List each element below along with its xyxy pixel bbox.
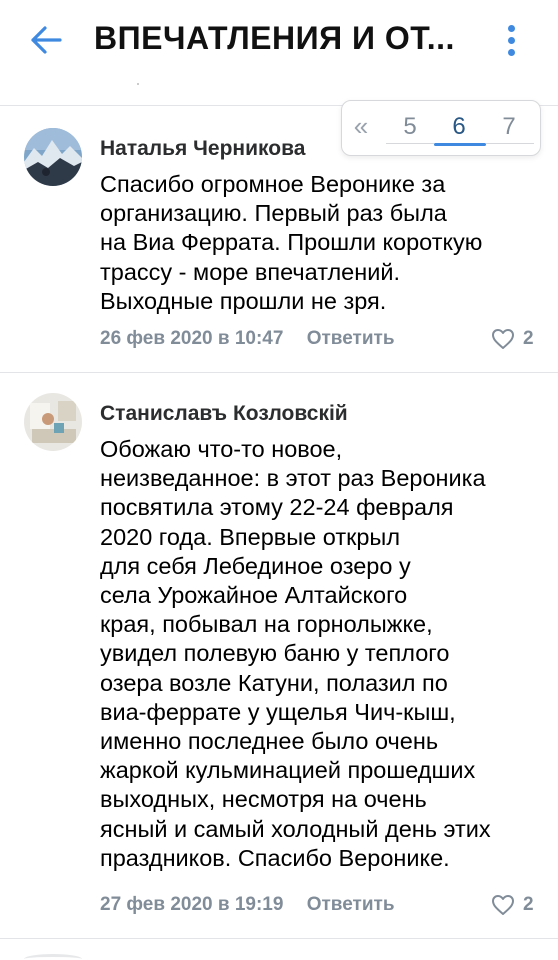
comment-divider: [0, 938, 558, 939]
arrow-left-icon: [31, 26, 62, 54]
pagination-prev-button[interactable]: «: [346, 111, 376, 142]
comment-date: 27 фев 2020 в 19:19: [100, 894, 284, 915]
next-comment-avatar: [24, 954, 82, 960]
comment-meta: 26 фев 2020 в 10:47 Ответить: [100, 328, 395, 350]
comment-line: увидел полевую баню у теплого: [100, 640, 450, 667]
reply-button[interactable]: Ответить: [307, 894, 395, 915]
comment-line: праздников. Спасибо Веронике.: [100, 844, 450, 871]
more-vertical-icon-dot: [507, 36, 515, 44]
like-button[interactable]: 2: [491, 328, 534, 350]
heart-icon: [492, 329, 514, 349]
comment-line: выходных, несмотря на очень: [100, 786, 427, 813]
comment-text: Обожаю что-то новое, неизведанное: в это…: [100, 435, 540, 873]
comment-line: Выходные прошли не зря.: [100, 287, 387, 314]
comment-line: Спасибо огромное Веронике за: [100, 171, 446, 197]
comment-author[interactable]: Наталья Черникова: [100, 137, 305, 161]
pagination-rule: [486, 143, 534, 144]
pagination-page[interactable]: 5: [395, 113, 425, 141]
decor-dot: [137, 83, 139, 85]
pagination-rule: [386, 143, 434, 144]
comment-line: жаркой кульминацией прошедших: [100, 757, 476, 784]
page-title: ВПЕЧАТЛЕНИЯ И ОТ...: [94, 20, 455, 56]
comment-line: села Урожайное Алтайского: [100, 582, 408, 609]
comment-line: неизведанное: в этот раз Вероника: [100, 465, 486, 492]
like-count: 2: [523, 328, 534, 349]
pagination-page-current[interactable]: 6: [444, 113, 474, 141]
comment-line: виа-феррате у ущелья Чич-кыш,: [100, 698, 456, 725]
comment-line: озера возле Катуни, полазил по: [100, 669, 448, 696]
comment-line: края, побывал на горнолыжке,: [100, 611, 433, 638]
comment-divider: [0, 372, 558, 373]
top-app-bar: ВПЕЧАТЛЕНИЯ И ОТ...: [0, 0, 558, 84]
comment-line: посвятила этому 22-24 февраля: [100, 494, 454, 521]
comment-author[interactable]: Станиславъ Козловскiй: [100, 402, 348, 426]
pagination-current-indicator: [434, 143, 486, 146]
avatar-image: [24, 128, 82, 186]
comment-line: организацию. Первый раз была: [100, 200, 447, 227]
reply-button[interactable]: Ответить: [307, 328, 395, 349]
comment-line: для себя Лебединое озеро у: [100, 552, 411, 579]
more-vertical-icon-dot: [507, 48, 515, 56]
avatar[interactable]: [24, 393, 82, 451]
comment-meta: 27 фев 2020 в 19:19 Ответить: [100, 894, 395, 916]
comment-line: 2020 года. Впервые открыл: [100, 523, 401, 550]
avatar-image: [24, 393, 82, 451]
comment-line: ясный и самый холодный день этих: [100, 815, 491, 842]
pagination: « 5 6 7: [341, 100, 541, 156]
like-button[interactable]: 2: [491, 894, 534, 916]
more-menu-button[interactable]: [496, 20, 526, 60]
comment-line: трассу - море впечатлений.: [100, 258, 401, 285]
comment-line: на Виа Феррата. Прошли короткую: [100, 229, 483, 256]
heart-icon: [492, 895, 514, 915]
pagination-page[interactable]: 7: [494, 113, 524, 141]
comment-line: именно последнее было очень: [100, 728, 439, 755]
more-vertical-icon: [507, 24, 515, 32]
comment-text: Спасибо огромное Веронике за организацию…: [100, 170, 540, 316]
comment-line: Обожаю что-то новое,: [100, 436, 343, 462]
avatar[interactable]: [24, 128, 82, 186]
back-button[interactable]: [26, 22, 66, 58]
comment-date: 26 фев 2020 в 10:47: [100, 328, 284, 349]
like-count: 2: [523, 894, 534, 915]
